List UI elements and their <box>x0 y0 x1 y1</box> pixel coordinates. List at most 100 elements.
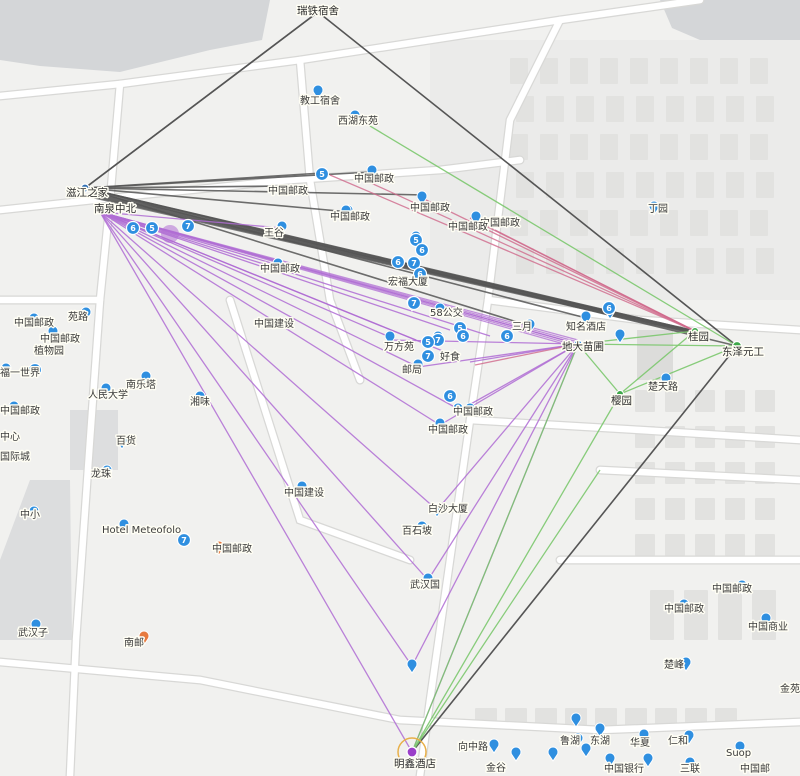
building-block <box>756 248 774 274</box>
building-block <box>576 248 594 274</box>
building-block <box>690 134 708 160</box>
building-block <box>720 58 738 84</box>
cluster-count-text: 5 <box>425 338 431 347</box>
place-label: 人民大学 <box>88 388 128 401</box>
place-label: 苑路 <box>68 310 88 323</box>
building-block <box>720 210 738 236</box>
building-block <box>600 134 618 160</box>
cluster-count-badge[interactable]: 5 <box>144 220 160 236</box>
cluster-count-badge[interactable]: 6 <box>125 220 141 236</box>
poi-pin-icon[interactable] <box>614 328 626 344</box>
place-label: 武汉国 <box>410 578 440 591</box>
place-label: 中国邮政 <box>410 201 450 214</box>
route-node-label: 桂园 <box>688 330 709 343</box>
route-edge-purple <box>99 211 413 667</box>
building-block <box>600 210 618 236</box>
place-label: 金谷 <box>486 761 506 774</box>
cluster-count-badge[interactable]: 6 <box>455 328 471 344</box>
poi-pin-icon[interactable] <box>406 658 418 674</box>
cluster-count-text: 6 <box>460 332 466 341</box>
cluster-count-text: 6 <box>447 392 453 401</box>
place-label: 国际城 <box>0 451 30 463</box>
poi-pin-icon[interactable] <box>488 738 500 754</box>
cluster-count-badge[interactable]: 5 <box>420 334 436 350</box>
building-block <box>635 390 655 412</box>
place-label: 中国邮政 <box>40 332 80 345</box>
place-label: 教工宿舍 <box>300 94 340 107</box>
poi-pin-icon[interactable] <box>510 746 522 762</box>
building-block <box>684 590 708 640</box>
building-block <box>636 248 654 274</box>
poi-pin-icon[interactable] <box>642 752 654 768</box>
map-canvas[interactable]: 56575676675666757767 瑞铁宿舍 滋江之家 南泉中北 东泽元工 地大苗… <box>0 0 800 776</box>
building-block <box>755 534 775 556</box>
place-label: 白沙大厦 <box>428 502 468 515</box>
place-label: 三月 <box>512 321 532 333</box>
building-block <box>695 390 715 412</box>
cluster-count-badge[interactable]: 7 <box>180 218 196 234</box>
place-label: 知名酒店 <box>566 320 606 333</box>
road-casing <box>225 295 415 565</box>
building-block <box>635 534 655 556</box>
cluster-count-text: 6 <box>504 332 510 341</box>
building-block <box>725 390 745 412</box>
building-block <box>636 96 654 122</box>
cluster-count-badge[interactable]: 6 <box>601 300 617 316</box>
building-block <box>690 58 708 84</box>
place-label: 南邮 <box>124 636 144 649</box>
cluster-count-text: 5 <box>149 224 155 233</box>
building-block <box>725 534 745 556</box>
building-block <box>606 96 624 122</box>
cluster-count-badge[interactable]: 7 <box>420 348 436 364</box>
cluster-count-text: 6 <box>419 246 425 255</box>
poi-pin-icon[interactable] <box>594 722 606 738</box>
building-block <box>660 58 678 84</box>
building-block <box>630 210 648 236</box>
cluster-count-text: 7 <box>425 352 431 361</box>
route-node-purple-cluster <box>161 225 179 243</box>
cluster-count-text: 6 <box>130 224 136 233</box>
route-node-label: 南泉中北 <box>94 202 136 215</box>
stadium-area <box>637 330 673 380</box>
building-block <box>666 172 684 198</box>
cluster-count-badge[interactable]: 7 <box>406 295 422 311</box>
place-label: 华夏 <box>630 736 650 749</box>
place-label: 王谷 <box>264 227 284 239</box>
route-node-label: 瑞铁宿舍 <box>297 4 339 17</box>
map-svg[interactable]: 56 5 75676675666757767 瑞铁宿舍滋江之家南泉中北东泽元工地大苗… <box>0 0 800 776</box>
building-block <box>756 96 774 122</box>
building-block <box>660 134 678 160</box>
building-block <box>606 248 624 274</box>
route-edge-purple <box>427 343 579 581</box>
route-node-south[interactable] <box>406 746 418 758</box>
place-label: 中国建设 <box>254 317 294 330</box>
poi-pin-icon[interactable] <box>547 746 559 762</box>
place-label: 福一世界 <box>0 366 40 379</box>
building-block <box>755 498 775 520</box>
place-label: 植物园 <box>34 344 64 357</box>
place-label: 宏福大厦 <box>388 275 428 288</box>
place-label: 中国建设 <box>284 486 324 499</box>
place-label: 万方苑 <box>384 340 414 353</box>
route-node-label: 明鑫酒店 <box>394 757 436 770</box>
cluster-count-text: 7 <box>185 222 191 231</box>
building-block <box>695 498 715 520</box>
building-block <box>636 172 654 198</box>
route-node-label: 地大苗圃 <box>562 340 604 353</box>
place-label: 楚峰 <box>664 658 684 671</box>
cluster-count-badge[interactable]: 6 <box>442 388 458 404</box>
place-label: 金苑 <box>780 682 800 695</box>
place-label: 中小 <box>20 508 40 521</box>
place-label: 中国邮政 <box>14 316 54 329</box>
cluster-count-badge[interactable]: 5 <box>314 166 330 182</box>
cluster-count-badge[interactable]: 6 <box>390 254 406 270</box>
cluster-count-text: 6 <box>395 258 401 267</box>
place-label: 中国邮政 <box>712 582 752 595</box>
building-block <box>725 498 745 520</box>
place-label: 龙珠 <box>91 467 111 480</box>
cluster-count-badge[interactable]: 6 <box>414 242 430 258</box>
building-block <box>576 96 594 122</box>
place-label: 东湖 <box>590 734 610 747</box>
cluster-count-text: 7 <box>411 299 417 308</box>
building-block <box>666 248 684 274</box>
